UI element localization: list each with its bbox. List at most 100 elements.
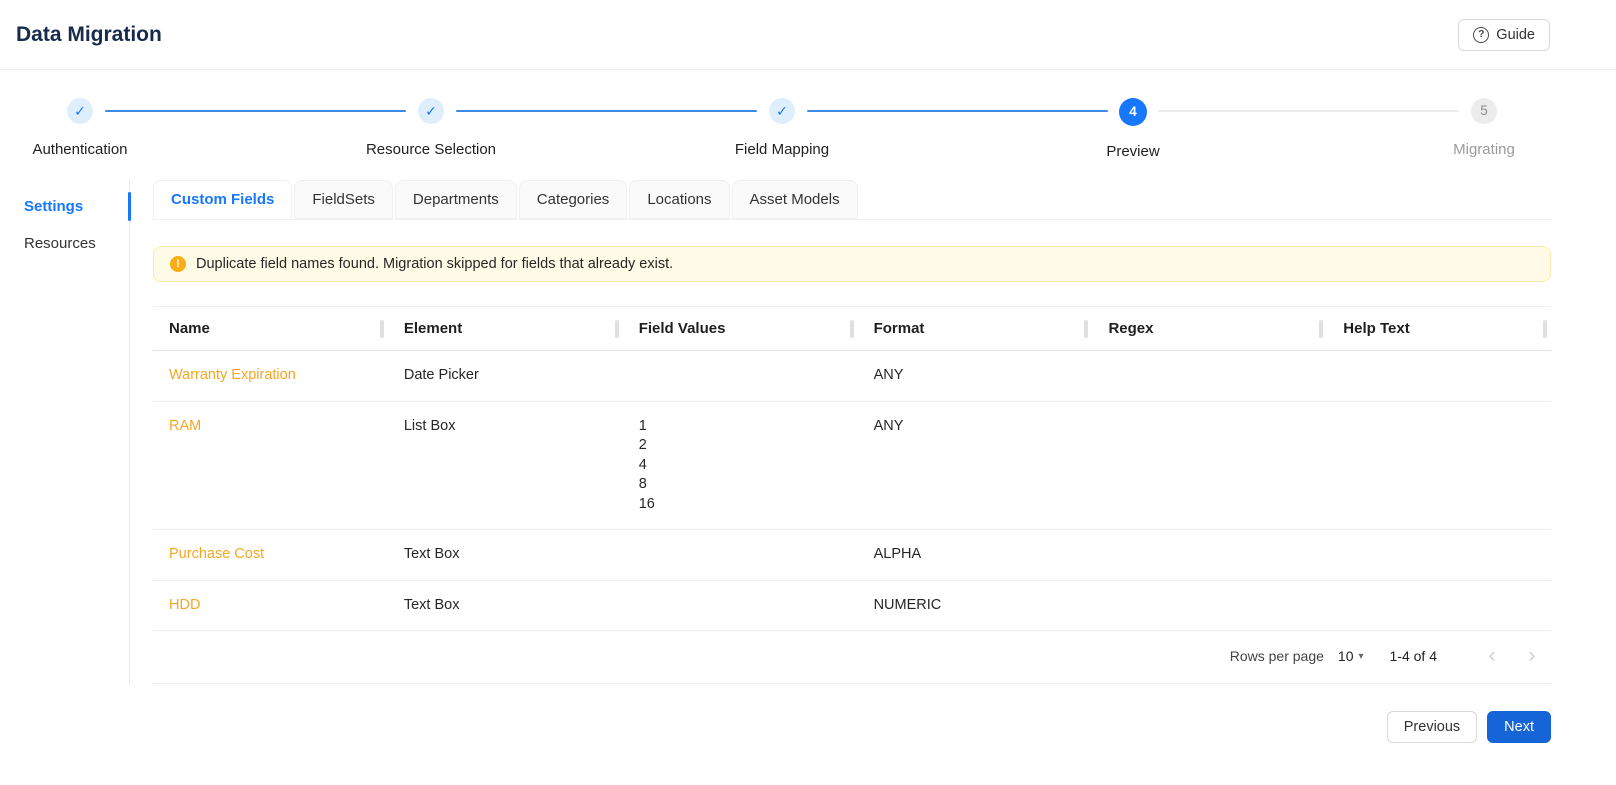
sidebar-item-resources[interactable]: Resources (0, 225, 129, 262)
cell-help-text (1327, 401, 1551, 530)
cell-regex (1092, 401, 1328, 530)
column-resize-handle[interactable] (1319, 319, 1324, 338)
sidebar: Settings Resources (0, 180, 131, 684)
step-label: Preview (1106, 143, 1160, 160)
custom-fields-table: Name Element Field Values Format Regex H… (153, 306, 1551, 631)
rows-per-page-value: 10 (1337, 648, 1354, 664)
table-row: RAM List Box 1 2 4 8 16 ANY (153, 401, 1551, 530)
warning-icon: ! (170, 256, 186, 272)
field-value-line: 2 (638, 437, 647, 453)
cell-element: Text Box (387, 580, 623, 631)
cell-name: RAM (153, 401, 388, 530)
step-label: Authentication (32, 141, 128, 158)
caret-down-icon: ▾ (1358, 650, 1364, 662)
table-row: Purchase Cost Text Box ALPHA (153, 529, 1551, 581)
column-header-element: Element (387, 306, 623, 351)
cell-regex (1092, 580, 1328, 631)
column-header-regex: Regex (1092, 306, 1328, 351)
cell-format: ALPHA (857, 529, 1093, 581)
table-pagination: Rows per page 10 ▾ 1-4 of 4 ‹ › (153, 631, 1551, 684)
step-label: Migrating (1453, 141, 1515, 158)
wizard-actions: Previous Next (0, 711, 1551, 743)
guide-button-label: Guide (1496, 26, 1535, 43)
cell-format: ANY (857, 350, 1093, 402)
table-body: Warranty Expiration Date Picker ANY RAM List… (153, 350, 1551, 631)
field-name-link[interactable]: HDD (169, 597, 200, 613)
column-resize-handle[interactable] (614, 319, 619, 338)
table-header-row: Name Element Field Values Format Regex H… (153, 306, 1551, 351)
tab-locations[interactable]: Locations (629, 180, 730, 219)
table-row: Warranty Expiration Date Picker ANY (153, 350, 1551, 402)
page-title: Data Migration (16, 22, 162, 46)
cell-field-values: 1 2 4 8 16 (622, 401, 858, 530)
cell-help-text (1327, 350, 1551, 402)
next-button[interactable]: Next (1487, 711, 1551, 743)
field-value-line: 4 (638, 456, 647, 473)
step-preview[interactable]: 4 Preview (1053, 98, 1213, 160)
cell-element: Date Picker (387, 350, 623, 402)
step-number: 5 (1471, 98, 1497, 124)
sidebar-item-settings[interactable]: Settings (0, 188, 131, 225)
chevron-right-icon: › (1528, 644, 1536, 667)
field-name-link[interactable]: Purchase Cost (169, 546, 264, 562)
next-page-button[interactable]: › (1519, 643, 1545, 669)
page-header: Data Migration ? Guide (0, 0, 1616, 70)
cell-format: ANY (857, 401, 1093, 530)
column-resize-handle[interactable] (1084, 319, 1089, 338)
column-header-format: Format (857, 306, 1093, 351)
table-row: HDD Text Box NUMERIC (153, 580, 1551, 631)
tab-asset-models[interactable]: Asset Models (731, 180, 858, 219)
cell-name: Warranty Expiration (153, 350, 388, 402)
rows-per-page-label: Rows per page (1229, 648, 1324, 664)
tab-departments[interactable]: Departments (394, 180, 517, 219)
cell-element: List Box (387, 401, 623, 530)
step-check-icon: ✓ (418, 98, 444, 124)
previous-page-button[interactable]: ‹ (1479, 643, 1505, 669)
cell-format: NUMERIC (857, 580, 1093, 631)
rows-per-page-dropdown[interactable]: 10 ▾ (1338, 648, 1364, 664)
migration-stepper: ✓ Authentication ✓ Resource Selection ✓ … (0, 98, 1564, 160)
step-check-icon: ✓ (67, 98, 93, 124)
column-resize-handle[interactable] (849, 319, 854, 338)
cell-help-text (1327, 580, 1551, 631)
duplicate-warning-banner: ! Duplicate field names found. Migration… (153, 246, 1551, 282)
step-check-icon: ✓ (769, 98, 795, 124)
cell-regex (1092, 350, 1328, 402)
field-value-line: 1 (638, 417, 647, 434)
tab-fieldsets[interactable]: FieldSets (294, 180, 393, 219)
step-authentication[interactable]: ✓ Authentication (0, 98, 160, 158)
step-field-mapping[interactable]: ✓ Field Mapping (702, 98, 862, 158)
column-header-help-text: Help Text (1327, 306, 1551, 351)
cell-field-values (622, 529, 858, 581)
column-resize-handle[interactable] (379, 319, 384, 338)
step-migrating[interactable]: 5 Migrating (1404, 98, 1564, 158)
cell-name: Purchase Cost (153, 529, 388, 581)
tab-custom-fields[interactable]: Custom Fields (153, 180, 293, 219)
step-label: Resource Selection (365, 141, 497, 158)
guide-button[interactable]: ? Guide (1458, 18, 1550, 51)
step-resource-selection[interactable]: ✓ Resource Selection (351, 98, 511, 158)
field-name-link[interactable]: RAM (169, 418, 201, 434)
step-label: Field Mapping (734, 141, 830, 158)
field-value-line: 16 (638, 495, 655, 512)
cell-help-text (1327, 529, 1551, 581)
cell-field-values (622, 350, 858, 402)
tab-categories[interactable]: Categories (518, 180, 628, 219)
pagination-range: 1-4 of 4 (1389, 648, 1437, 664)
warning-message: Duplicate field names found. Migration s… (196, 256, 674, 272)
column-header-name: Name (153, 306, 388, 351)
field-value-line: 8 (638, 476, 647, 492)
cell-field-values (622, 580, 858, 631)
column-header-field-values: Field Values (622, 306, 858, 351)
resource-tabs: Custom Fields FieldSets Departments Cate… (153, 180, 1551, 220)
step-number: 4 (1119, 98, 1147, 126)
cell-element: Text Box (387, 529, 623, 581)
chevron-left-icon: ‹ (1488, 644, 1496, 667)
cell-regex (1092, 529, 1328, 581)
question-circle-icon: ? (1473, 26, 1490, 43)
field-name-link[interactable]: Warranty Expiration (169, 367, 296, 383)
main-content: Custom Fields FieldSets Departments Cate… (130, 180, 1616, 684)
previous-button[interactable]: Previous (1386, 711, 1478, 743)
column-resize-handle[interactable] (1543, 319, 1547, 338)
cell-name: HDD (153, 580, 388, 631)
